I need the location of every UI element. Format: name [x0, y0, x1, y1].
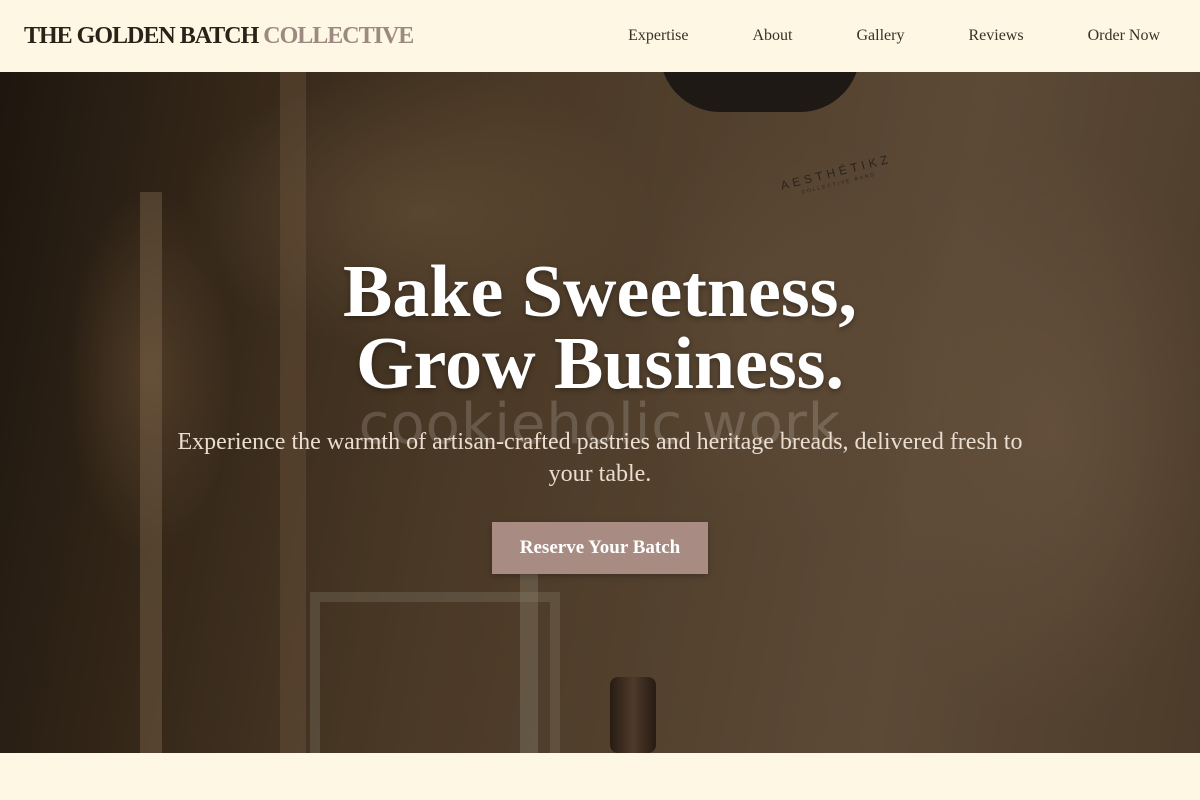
hero-section: AESTHÉTIKZ COLLECTIVE BAND Bake Sweetnes… [0, 72, 1200, 753]
hero-title-line-1: Bake Sweetness, [343, 251, 857, 333]
nav-link-reviews[interactable]: Reviews [968, 27, 1023, 45]
nav-link-expertise[interactable]: Expertise [628, 27, 688, 45]
top-navbar: THE GOLDEN BATCH COLLECTIVE Expertise Ab… [0, 0, 1200, 72]
nav-link-gallery[interactable]: Gallery [856, 27, 904, 45]
main-nav: Expertise About Gallery Reviews Order No… [628, 27, 1176, 45]
hero-content: Bake Sweetness, Grow Business. cookiehol… [0, 251, 1200, 574]
nav-link-about[interactable]: About [752, 27, 792, 45]
hero-title-line-2: Grow Business. [356, 323, 844, 405]
hero-subtitle: Experience the warmth of artisan-crafted… [177, 429, 1023, 487]
brand-name-accent: COLLECTIVE [263, 22, 414, 49]
nav-link-order-now[interactable]: Order Now [1088, 27, 1160, 45]
reserve-batch-button[interactable]: Reserve Your Batch [492, 522, 708, 574]
hero-title: Bake Sweetness, Grow Business. [0, 251, 1200, 405]
brand-name-main: THE GOLDEN BATCH [24, 22, 259, 49]
brand-logo[interactable]: THE GOLDEN BATCH COLLECTIVE [24, 22, 414, 50]
